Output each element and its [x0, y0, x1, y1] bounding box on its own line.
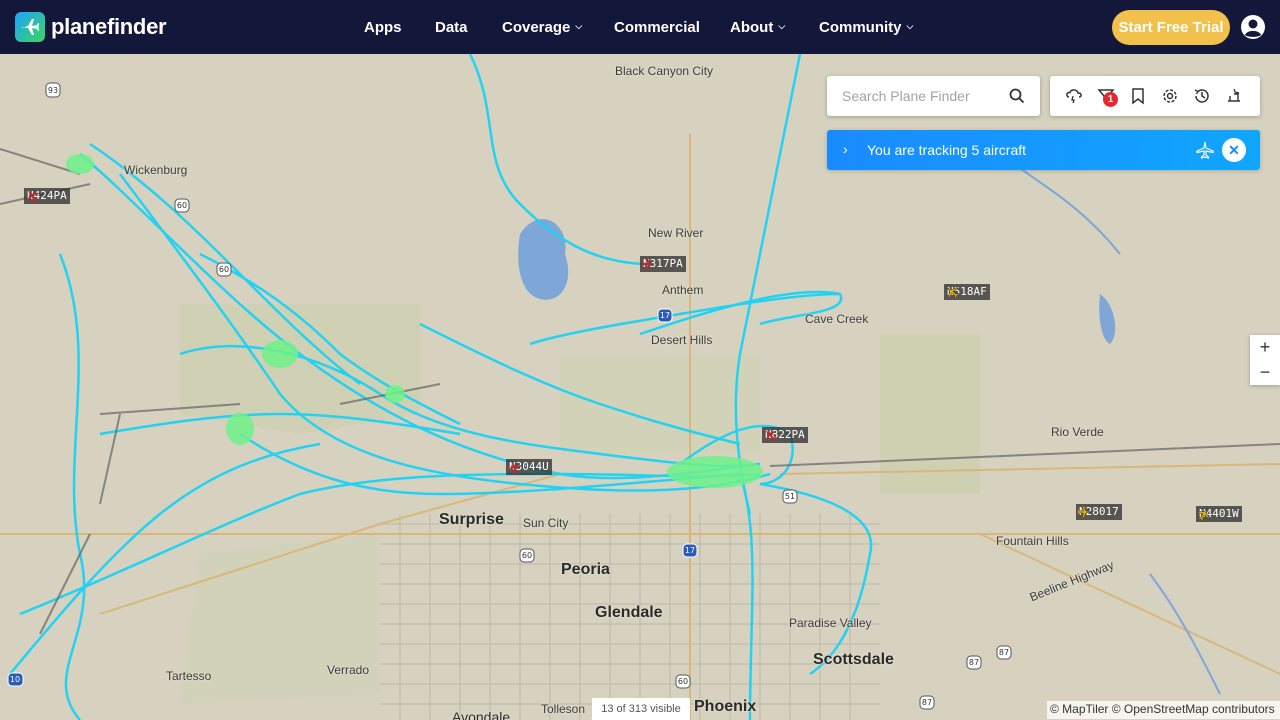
- aircraft-marker[interactable]: N4401W: [1196, 506, 1242, 522]
- search-box: [827, 76, 1040, 116]
- weather-icon[interactable]: [1065, 87, 1083, 105]
- start-free-trial-button[interactable]: Start Free Trial: [1112, 10, 1230, 45]
- airplane-icon: [641, 257, 655, 271]
- place-label: Scottsdale: [813, 651, 894, 668]
- tracking-banner[interactable]: › You are tracking 5 aircraft ✕: [827, 130, 1260, 170]
- svg-text:60: 60: [678, 677, 688, 686]
- svg-text:87: 87: [999, 648, 1009, 657]
- search-icon[interactable]: [1009, 88, 1025, 104]
- svg-text:93: 93: [48, 86, 58, 95]
- place-label: Paradise Valley: [789, 616, 872, 630]
- airplane-icon: [946, 286, 960, 300]
- aircraft-marker[interactable]: N28017: [1076, 504, 1122, 520]
- nav-coverage[interactable]: Coverage ⌵: [502, 19, 614, 36]
- airplane-icon: [765, 430, 778, 443]
- svg-text:87: 87: [922, 698, 932, 707]
- place-label: Cave Creek: [805, 312, 869, 326]
- svg-text:17: 17: [660, 311, 670, 320]
- place-label: Avondale: [452, 709, 511, 720]
- map-toolbar: 1: [1050, 76, 1260, 116]
- svg-text:51: 51: [785, 492, 795, 501]
- logo-plane-icon: [15, 12, 45, 42]
- chevron-down-icon: ⌵: [778, 20, 786, 31]
- airplane-icon: [1196, 507, 1210, 522]
- place-label: Tartesso: [166, 669, 212, 683]
- place-label: New River: [648, 226, 704, 240]
- chevron-right-icon[interactable]: ›: [843, 141, 848, 157]
- aircraft-marker[interactable]: N518AF: [944, 284, 990, 300]
- aircraft-marker[interactable]: N822PA: [762, 427, 808, 443]
- filter-count-badge: 1: [1103, 92, 1118, 107]
- airplane-icon: [1076, 504, 1092, 520]
- aircraft-marker[interactable]: N317PA: [640, 256, 686, 272]
- bookmark-icon[interactable]: [1129, 87, 1147, 105]
- nav-about[interactable]: About ⌵: [730, 19, 819, 36]
- zoom-controls: + −: [1250, 335, 1280, 385]
- place-label: Rio Verde: [1051, 425, 1104, 439]
- aircraft-marker[interactable]: N424PA: [24, 188, 70, 204]
- search-input[interactable]: [842, 88, 1012, 104]
- user-circle-icon[interactable]: [1240, 14, 1266, 40]
- svg-text:60: 60: [177, 201, 187, 210]
- main-nav: Apps Data Coverage ⌵ Commercial About ⌵ Co…: [364, 0, 913, 54]
- chevron-down-icon: ⌵: [906, 20, 914, 31]
- svg-text:87: 87: [969, 658, 979, 667]
- nav-coverage-label: Coverage: [502, 18, 571, 36]
- nav-community-label: Community: [819, 18, 902, 36]
- aircraft-marker[interactable]: N3044U: [506, 459, 552, 475]
- svg-text:10: 10: [10, 675, 20, 684]
- place-label: Desert Hills: [651, 333, 713, 347]
- place-label: Tolleson: [541, 702, 586, 716]
- chevron-down-icon: ⌵: [575, 20, 583, 31]
- svg-text:60: 60: [219, 265, 229, 274]
- airplane-icon: [26, 190, 39, 204]
- airplane-icon: [507, 460, 522, 475]
- airport-icon[interactable]: [1225, 87, 1243, 105]
- visible-count: 13 of 313 visible: [592, 698, 690, 720]
- nav-apps[interactable]: Apps: [364, 19, 435, 36]
- history-icon[interactable]: [1193, 87, 1211, 105]
- top-navigation-bar: planefinder Apps Data Coverage ⌵ Commerci…: [0, 0, 1280, 54]
- map-attribution[interactable]: © MapTiler © OpenStreetMap contributors: [1047, 701, 1280, 719]
- nav-commercial-label: Commercial: [614, 18, 700, 36]
- place-label: Sun City: [523, 516, 569, 530]
- close-icon[interactable]: ✕: [1222, 138, 1246, 162]
- nav-apps-label: Apps: [364, 18, 402, 36]
- zoom-out-button[interactable]: −: [1250, 360, 1280, 385]
- nav-data-label: Data: [435, 18, 468, 36]
- planefinder-logo[interactable]: planefinder: [15, 12, 167, 42]
- nav-commercial[interactable]: Commercial: [614, 19, 730, 36]
- place-label: Verrado: [327, 663, 370, 677]
- plane-icon: [1196, 141, 1214, 159]
- place-label: Fountain Hills: [996, 534, 1069, 548]
- nav-data[interactable]: Data: [435, 19, 502, 36]
- place-label: Glendale: [595, 604, 663, 621]
- place-label: Black Canyon City: [615, 64, 714, 78]
- place-label: Phoenix: [694, 698, 757, 715]
- logo-text: planefinder: [51, 14, 167, 39]
- svg-text:60: 60: [522, 551, 532, 560]
- nav-community[interactable]: Community ⌵: [819, 19, 913, 36]
- zoom-in-button[interactable]: +: [1250, 335, 1280, 360]
- place-label: Surprise: [439, 511, 504, 528]
- place-label: Anthem: [662, 283, 704, 297]
- place-label: Peoria: [561, 561, 610, 578]
- tracking-text: You are tracking 5 aircraft: [867, 142, 1027, 158]
- settings-icon[interactable]: [1161, 87, 1179, 105]
- nav-about-label: About: [730, 18, 774, 36]
- svg-text:17: 17: [685, 546, 695, 555]
- place-label: Wickenburg: [124, 163, 188, 177]
